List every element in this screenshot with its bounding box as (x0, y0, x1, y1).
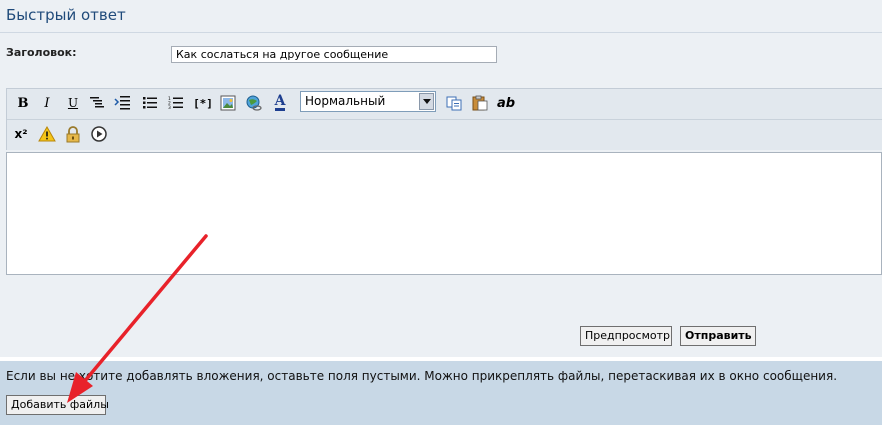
editor-toolbar: B I U 1 2 3 [*] A Нормальный ab x² (6, 88, 882, 150)
insert-link-button[interactable] (244, 93, 264, 113)
superscript-button[interactable]: x² (11, 124, 31, 144)
list-item-button[interactable]: [*] (191, 93, 215, 113)
media-button[interactable] (89, 124, 109, 144)
indent-button[interactable] (113, 93, 133, 113)
superscript-icon: x² (14, 127, 28, 141)
font-color-icon: A (274, 93, 286, 111)
dropdown-arrow-icon (419, 93, 434, 110)
lock-icon (66, 125, 80, 142)
warning-button[interactable] (37, 124, 57, 144)
bold-button[interactable]: B (13, 93, 33, 113)
add-files-button[interactable]: Добавить файлы (6, 395, 109, 415)
svg-text:3: 3 (168, 105, 171, 110)
insert-image-button[interactable] (218, 93, 238, 113)
attachments-note: Если вы не хотите добавлять вложения, ос… (6, 369, 838, 383)
toolbar-divider (7, 119, 882, 120)
link-icon (246, 95, 262, 111)
attachments-panel: Если вы не хотите добавлять вложения, ос… (0, 357, 882, 425)
underline-icon: U (67, 96, 79, 110)
font-size-select[interactable]: Нормальный (300, 91, 436, 112)
message-textarea[interactable] (6, 152, 882, 275)
font-size-value: Нормальный (305, 94, 386, 108)
title-divider (0, 32, 882, 33)
submit-button[interactable]: Отправить (680, 326, 756, 346)
warning-icon (38, 126, 56, 142)
subject-label: Заголовок: (6, 46, 77, 59)
numbered-list-button[interactable]: 1 2 3 (166, 93, 186, 113)
spellcheck-button[interactable]: ab (496, 93, 516, 113)
bullet-list-icon (143, 97, 157, 109)
align-button[interactable] (87, 93, 107, 113)
list-item-icon: [*] (193, 96, 213, 110)
numbered-list-icon: 1 2 3 (168, 96, 183, 110)
spellcheck-icon: ab (496, 95, 516, 111)
underline-button[interactable]: U (63, 93, 83, 113)
italic-button[interactable]: I (37, 93, 57, 113)
preview-button[interactable]: Предпросмотр (580, 326, 672, 346)
image-icon (220, 95, 236, 111)
copy-button[interactable] (444, 93, 464, 113)
bold-icon: B (17, 95, 29, 111)
page-title: Быстрый ответ (6, 6, 126, 24)
copy-icon (446, 96, 462, 111)
indent-icon (114, 96, 130, 110)
italic-icon: I (44, 95, 50, 111)
paste-button[interactable] (470, 93, 490, 113)
paste-icon (472, 95, 488, 111)
play-icon (91, 126, 107, 142)
lock-button[interactable] (63, 124, 83, 144)
font-color-button[interactable]: A (270, 93, 290, 113)
align-icon (90, 97, 104, 108)
bullet-list-button[interactable] (140, 93, 160, 113)
subject-input[interactable]: Как сослаться на другое сообщение (171, 46, 497, 63)
